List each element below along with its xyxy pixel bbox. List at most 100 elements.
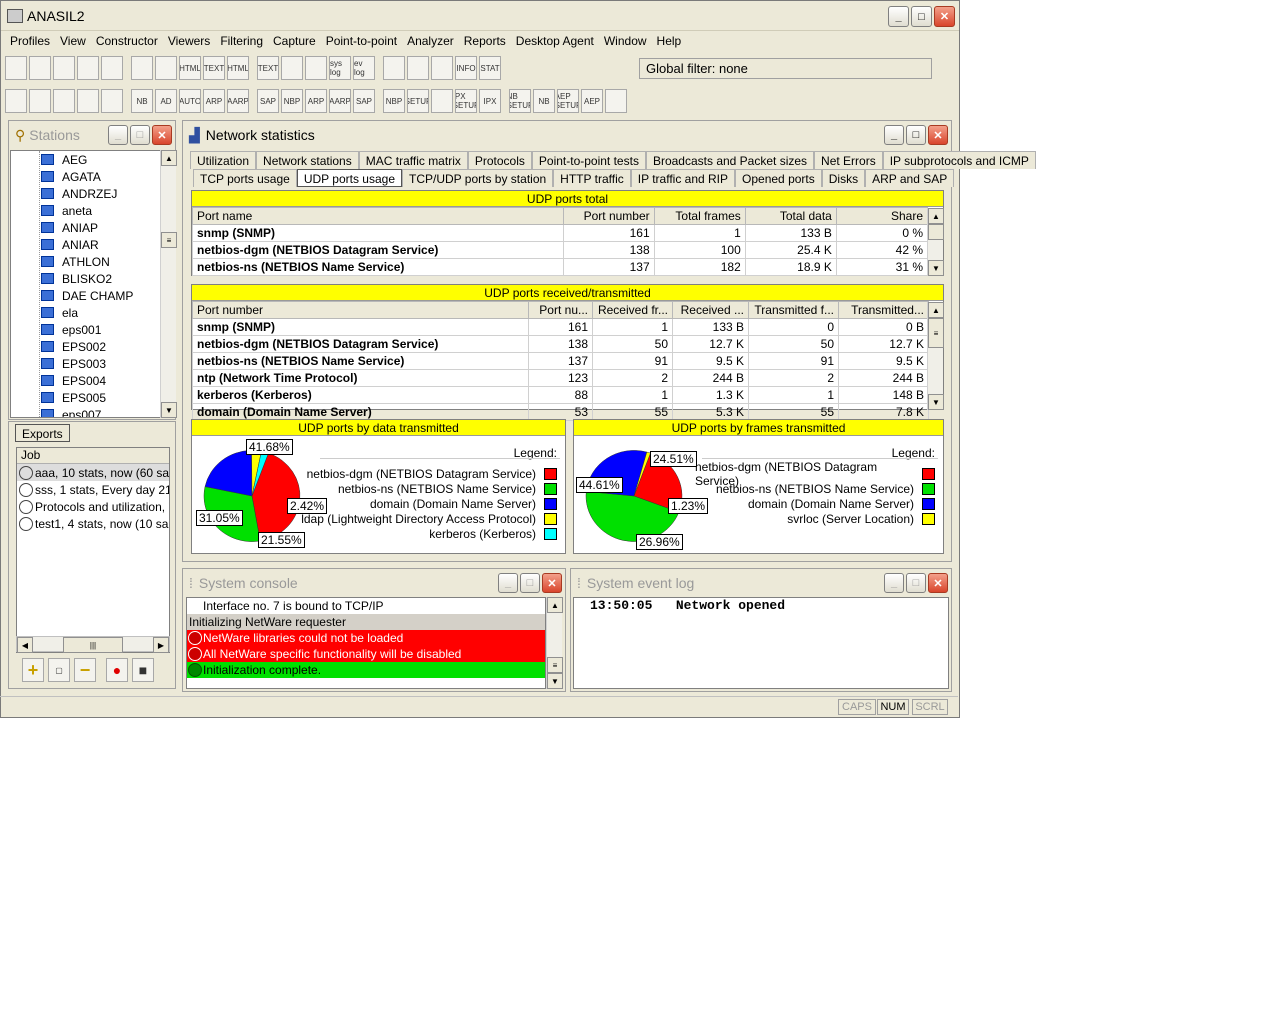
toolbar-button[interactable]: AEP [581,89,603,113]
remove-icon[interactable]: − [74,658,96,682]
job-column-header[interactable]: Job [17,448,169,464]
tab-ip-subprotocols-and-icmp[interactable]: IP subprotocols and ICMP [882,151,1036,169]
scroll-down-icon[interactable]: ▼ [928,260,944,276]
toolbar-button[interactable]: AARP [329,89,351,113]
menu-desktop-agent[interactable]: Desktop Agent [511,34,599,48]
tab-ip-traffic-and-rip[interactable]: IP traffic and RIP [630,169,736,187]
station-node[interactable]: ANIAP [11,219,161,236]
toolbar-button[interactable] [29,89,51,113]
toolbar-button[interactable] [5,89,27,113]
toolbar-button[interactable]: AD [155,89,177,113]
tab-broadcasts-and-packet-sizes[interactable]: Broadcasts and Packet sizes [645,151,815,169]
column-header[interactable]: Port nu... [528,301,593,319]
scroll-thumb[interactable]: ≡ [161,232,177,248]
tab-tcp-udp-ports-by-station[interactable]: TCP/UDP ports by station [402,169,554,187]
tab-disks[interactable]: Disks [821,169,866,187]
toolbar-button[interactable]: NB [131,89,153,113]
column-header[interactable]: Received ... [672,301,749,319]
job-row[interactable]: aaa, 10 stats, now (60 samp [17,464,169,481]
toolbar-button[interactable]: TEXT [203,56,225,80]
table-row[interactable]: netbios-ns (NETBIOS Name Service) 137 182 1… [192,258,929,276]
toolbar-button[interactable] [101,56,123,80]
toolbar-button[interactable]: HTML [179,56,201,80]
menu-point-to-point[interactable]: Point-to-point [321,34,402,48]
station-node[interactable]: ANIAR [11,236,161,253]
record-icon[interactable]: ● [106,658,128,682]
column-header[interactable]: Received fr... [592,301,673,319]
edit-icon[interactable]: ▢ [48,658,70,682]
toolbar-button[interactable] [5,56,27,80]
station-node[interactable]: eps001 [11,321,161,338]
console-close-button[interactable]: ✕ [542,573,562,593]
eventlog-maximize-button[interactable]: □ [906,573,926,593]
column-header[interactable]: Port name [192,207,564,225]
table-row[interactable]: ntp (Network Time Protocol) 123 2 244 B 2 244… [192,369,929,387]
tab-mac-traffic-matrix[interactable]: MAC traffic matrix [358,151,468,169]
toolbar-button[interactable] [605,89,627,113]
tab-opened-ports[interactable]: Opened ports [735,169,822,187]
netstats-minimize-button[interactable]: _ [884,125,904,145]
menu-reports[interactable]: Reports [459,34,511,48]
stop-icon[interactable]: ■ [132,658,154,682]
menu-constructor[interactable]: Constructor [91,34,163,48]
tab-utilization[interactable]: Utilization [190,151,257,169]
menu-help[interactable]: Help [652,34,687,48]
station-node[interactable]: EPS003 [11,355,161,372]
toolbar-button[interactable] [53,89,75,113]
tab-tcp-ports-usage[interactable]: TCP ports usage [193,169,297,187]
tab-network-stations[interactable]: Network stations [256,151,359,169]
station-node[interactable]: BLISKO2 [11,270,161,287]
hscroll-thumb[interactable]: ||| [63,637,123,653]
add-icon[interactable]: + [22,658,44,682]
station-node[interactable]: AEG [11,151,161,168]
toolbar-button[interactable]: AEP SETUP [557,89,579,113]
stations-maximize-button[interactable]: □ [130,125,150,145]
station-node[interactable]: EPS004 [11,372,161,389]
station-node[interactable]: aneta [11,202,161,219]
tab-http-traffic[interactable]: HTTP traffic [553,169,631,187]
eventlog-close-button[interactable]: ✕ [928,573,948,593]
toolbar-button[interactable] [431,89,453,113]
toolbar-button[interactable]: INFO [455,56,477,80]
scroll-down-icon[interactable]: ▼ [547,673,563,689]
table-row[interactable]: kerberos (Kerberos) 88 1 1.3 K 1 148 B [192,386,929,404]
station-node[interactable]: EPS002 [11,338,161,355]
minimize-button[interactable]: _ [888,6,909,27]
tab-point-to-point-tests[interactable]: Point-to-point tests [531,151,646,169]
maximize-button[interactable]: □ [911,6,932,27]
toolbar-button[interactable]: HTML [227,56,249,80]
toolbar-button[interactable] [131,56,153,80]
station-node[interactable]: ela [11,304,161,321]
scroll-down-icon[interactable]: ▼ [928,394,944,410]
tab-arp-and-sap[interactable]: ARP and SAP [865,169,955,187]
column-header[interactable]: Transmitted... [838,301,929,319]
tab-exports[interactable]: Exports [15,424,70,442]
toolbar-button[interactable]: sys log [329,56,351,80]
toolbar-button[interactable] [101,89,123,113]
toolbar-button[interactable]: ARP [305,89,327,113]
column-header[interactable]: Transmitted f... [748,301,839,319]
toolbar-button[interactable]: NBP [383,89,405,113]
toolbar-button[interactable]: ARP [203,89,225,113]
menu-viewers[interactable]: Viewers [163,34,215,48]
stations-scrollbar[interactable]: ▲ ≡ ▼ [160,150,177,418]
scroll-left-icon[interactable]: ◀ [17,637,33,653]
tab-udp-ports-usage[interactable]: UDP ports usage [296,169,402,187]
toolbar-button[interactable]: SAP [353,89,375,113]
console-scrollbar[interactable]: ▲ ≡ ▼ [546,597,563,689]
station-node[interactable]: eps007 [11,406,161,417]
toolbar-button[interactable] [431,56,453,80]
table-row[interactable]: domain (Domain Name Server) 53 55 5.3 K 55 7.… [192,403,929,421]
exports-hscrollbar[interactable]: ◀ ||| ▶ [16,636,170,653]
menu-filtering[interactable]: Filtering [215,34,268,48]
menu-profiles[interactable]: Profiles [5,34,55,48]
toolbar-button[interactable] [29,56,51,80]
toolbar-button[interactable]: AARP [227,89,249,113]
column-header[interactable]: Port number [562,207,655,225]
toolbar-button[interactable]: AUTO [179,89,201,113]
station-node[interactable]: ATHLON [11,253,161,270]
station-node[interactable]: DAE CHAMP [11,287,161,304]
toolbar-button[interactable] [155,56,177,80]
toolbar-button[interactable] [281,56,303,80]
netstats-maximize-button[interactable]: □ [906,125,926,145]
